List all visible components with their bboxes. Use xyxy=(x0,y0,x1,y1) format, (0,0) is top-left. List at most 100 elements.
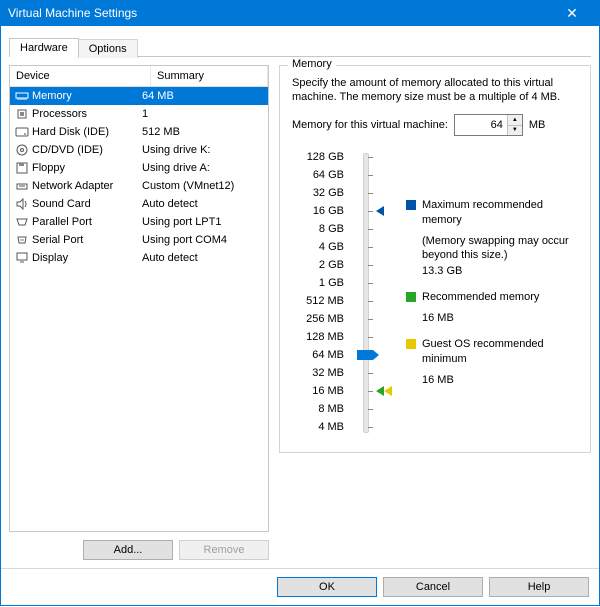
legend-rec-value: 16 MB xyxy=(422,311,578,325)
device-list-header: Device Summary xyxy=(10,66,268,87)
device-name: Hard Disk (IDE) xyxy=(32,126,142,138)
memory-tick-mark xyxy=(368,157,373,158)
memory-tick-label: 4 MB xyxy=(292,418,350,436)
ok-button[interactable]: OK xyxy=(277,577,377,597)
device-name: CD/DVD (IDE) xyxy=(32,144,142,156)
add-device-button[interactable]: Add... xyxy=(83,540,173,560)
memory-tick-label: 32 GB xyxy=(292,184,350,202)
device-name: Processors xyxy=(32,108,142,120)
tab-strip: Hardware Options xyxy=(1,26,599,56)
remove-device-button: Remove xyxy=(179,540,269,560)
memory-description: Specify the amount of memory allocated t… xyxy=(292,76,578,104)
memory-spin-up[interactable]: ▲ xyxy=(508,115,522,126)
memory-tick-label: 128 GB xyxy=(292,148,350,166)
memory-spin-down[interactable]: ▼ xyxy=(508,126,522,136)
header-device[interactable]: Device xyxy=(10,66,151,86)
memory-tick-label: 64 GB xyxy=(292,166,350,184)
memory-tick-label: 64 MB xyxy=(292,346,350,364)
tab-hardware[interactable]: Hardware xyxy=(9,38,79,57)
legend-max-label: Maximum recommended memory xyxy=(422,199,543,226)
memory-tick-label: 16 MB xyxy=(292,382,350,400)
device-summary: Custom (VMnet12) xyxy=(142,180,264,192)
body: Device Summary Memory64 MBProcessors1Har… xyxy=(1,57,599,568)
display-icon xyxy=(14,251,30,265)
memory-scale: 128 GB64 GB32 GB16 GB8 GB4 GB2 GB1 GB512… xyxy=(292,148,578,436)
device-summary: 1 xyxy=(142,108,264,120)
help-button[interactable]: Help xyxy=(489,577,589,597)
memory-tick-mark xyxy=(368,427,373,428)
device-summary: 64 MB xyxy=(142,90,264,102)
device-rows: Memory64 MBProcessors1Hard Disk (IDE)512… xyxy=(10,87,268,531)
device-row-cpu[interactable]: Processors1 xyxy=(10,105,268,123)
legend-max-note: (Memory swapping may occur beyond this s… xyxy=(422,234,578,262)
titlebar: Virtual Machine Settings ✕ xyxy=(0,0,600,26)
device-summary: Using port COM4 xyxy=(142,234,264,246)
memory-tick-label: 128 MB xyxy=(292,328,350,346)
left-pane: Device Summary Memory64 MBProcessors1Har… xyxy=(9,65,269,560)
device-row-memory[interactable]: Memory64 MB xyxy=(10,87,268,105)
legend-guest: Guest OS recommended minimum xyxy=(406,337,578,367)
memory-tick-mark xyxy=(368,337,373,338)
header-summary[interactable]: Summary xyxy=(151,66,268,86)
memory-tick-mark xyxy=(368,247,373,248)
memory-tick-mark xyxy=(368,319,373,320)
device-summary: Using port LPT1 xyxy=(142,216,264,228)
device-name: Network Adapter xyxy=(32,180,142,192)
memory-tick-label: 4 GB xyxy=(292,238,350,256)
memory-tick-label: 8 GB xyxy=(292,220,350,238)
cpu-icon xyxy=(14,107,30,121)
dialog-footer: OK Cancel Help xyxy=(1,568,599,605)
close-button[interactable]: ✕ xyxy=(552,5,592,22)
marker-recommended xyxy=(376,386,384,396)
memory-slider-thumb[interactable] xyxy=(357,350,373,360)
marker-guest-os-min xyxy=(384,386,392,396)
memory-spinner[interactable]: ▲ ▼ xyxy=(454,114,523,136)
device-name: Sound Card xyxy=(32,198,142,210)
memory-tick-mark xyxy=(368,193,373,194)
legend-max-value: 13.3 GB xyxy=(422,264,578,278)
device-row-hdd[interactable]: Hard Disk (IDE)512 MB xyxy=(10,123,268,141)
memory-spin-buttons: ▲ ▼ xyxy=(507,115,522,135)
floppy-icon xyxy=(14,161,30,175)
memory-field-label: Memory for this virtual machine: xyxy=(292,119,448,131)
memory-tick-label: 16 GB xyxy=(292,202,350,220)
device-summary: Using drive K: xyxy=(142,144,264,156)
memory-slider[interactable] xyxy=(350,148,380,436)
device-row-floppy[interactable]: FloppyUsing drive A: xyxy=(10,159,268,177)
memory-input[interactable] xyxy=(455,115,507,135)
memory-tick-label: 2 GB xyxy=(292,256,350,274)
memory-tick-mark xyxy=(368,283,373,284)
legend-rec-swatch xyxy=(406,292,416,302)
device-name: Parallel Port xyxy=(32,216,142,228)
device-row-network[interactable]: Network AdapterCustom (VMnet12) xyxy=(10,177,268,195)
memory-unit: MB xyxy=(529,119,546,131)
memory-tick-labels: 128 GB64 GB32 GB16 GB8 GB4 GB2 GB1 GB512… xyxy=(292,148,350,436)
parallel-icon xyxy=(14,215,30,229)
device-name: Serial Port xyxy=(32,234,142,246)
memory-tick-mark xyxy=(368,229,373,230)
memory-groupbox: Memory Specify the amount of memory allo… xyxy=(279,65,591,453)
legend-guest-swatch xyxy=(406,339,416,349)
memory-tick-mark xyxy=(368,211,373,212)
right-pane: Memory Specify the amount of memory allo… xyxy=(279,65,591,560)
tab-options[interactable]: Options xyxy=(78,39,138,58)
device-row-sound[interactable]: Sound CardAuto detect xyxy=(10,195,268,213)
device-row-parallel[interactable]: Parallel PortUsing port LPT1 xyxy=(10,213,268,231)
memory-tick-label: 512 MB xyxy=(292,292,350,310)
memory-tick-mark xyxy=(368,175,373,176)
device-row-display[interactable]: DisplayAuto detect xyxy=(10,249,268,267)
device-row-serial[interactable]: Serial PortUsing port COM4 xyxy=(10,231,268,249)
serial-icon xyxy=(14,233,30,247)
hdd-icon xyxy=(14,125,30,139)
memory-tick-label: 256 MB xyxy=(292,310,350,328)
legend-max: Maximum recommended memory xyxy=(406,198,578,228)
client-area: Hardware Options Device Summary Memory64… xyxy=(0,26,600,606)
device-summary: 512 MB xyxy=(142,126,264,138)
device-list-buttons: Add... Remove xyxy=(9,532,269,560)
legend-guest-value: 16 MB xyxy=(422,373,578,387)
cancel-button[interactable]: Cancel xyxy=(383,577,483,597)
device-summary: Auto detect xyxy=(142,252,264,264)
memory-tick-mark xyxy=(368,409,373,410)
device-row-cd[interactable]: CD/DVD (IDE)Using drive K: xyxy=(10,141,268,159)
device-summary: Using drive A: xyxy=(142,162,264,174)
